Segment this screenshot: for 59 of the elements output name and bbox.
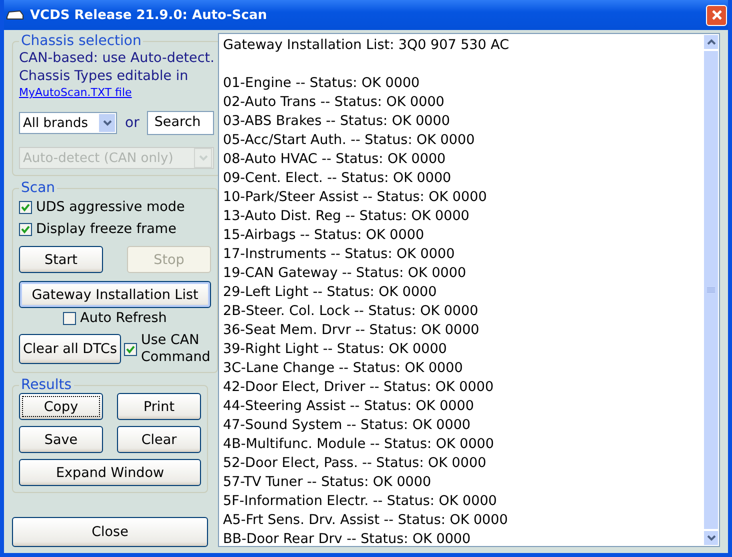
result-button[interactable]: Copy xyxy=(19,393,103,420)
output-line: 57-TV Tuner -- Status: OK 0000 xyxy=(223,473,432,492)
info-text: Chassis Types editable in xyxy=(19,67,190,85)
result-button[interactable]: Clear xyxy=(117,426,201,453)
output-line: 15-Airbags -- Status: OK 0000 xyxy=(223,226,426,245)
close-icon[interactable] xyxy=(706,4,727,26)
check-icon xyxy=(21,224,30,234)
output-line: 52-Door Elect, Pass. -- Status: OK 0000 xyxy=(223,454,488,473)
search-field[interactable]: Search xyxy=(147,111,214,135)
output-line: 5F-Information Electr. -- Status: OK 0000 xyxy=(223,492,498,511)
output-line: 39-Right Light -- Status: OK 0000 xyxy=(223,340,448,359)
output-line: 10-Park/Steer Assist -- Status: OK 0000 xyxy=(223,188,488,207)
output-line: 09-Cent. Elect. -- Status: OK 0000 xyxy=(223,169,452,188)
group-title: Results xyxy=(20,377,73,393)
output-line: 01-Engine -- Status: OK 0000 xyxy=(223,74,421,93)
result-button[interactable]: Save xyxy=(19,426,103,453)
car-icon xyxy=(6,9,24,21)
checkbox[interactable]: Auto Refresh xyxy=(19,308,211,328)
gateway-list-button[interactable]: Gateway Installation List xyxy=(19,281,211,308)
checkbox[interactable]: Display freeze frame xyxy=(19,218,211,240)
info-text: CAN-based: use Auto-detect. xyxy=(19,49,214,67)
output-line: 03-ABS Brakes -- Status: OK 0000 xyxy=(223,112,451,131)
group-title: Chassis selection xyxy=(20,33,142,49)
clear-dtcs-button[interactable]: Clear all DTCs xyxy=(19,334,121,364)
output-line: 08-Auto HVAC -- Status: OK 0000 xyxy=(223,150,447,169)
output-line: 3C-Lane Change -- Status: OK 0000 xyxy=(223,359,464,378)
or-label: or xyxy=(125,115,140,131)
output-line: 4B-Multifunc. Module -- Status: OK 0000 xyxy=(223,435,495,454)
start-button[interactable]: Start xyxy=(19,246,103,273)
window-title: VCDS Release 21.9.0: Auto-Scan xyxy=(30,8,268,22)
output-line: 36-Seat Mem. Drvr -- Status: OK 0000 xyxy=(223,321,480,340)
brand-dropdown[interactable]: All brands xyxy=(19,112,117,134)
scrollbar[interactable] xyxy=(703,34,719,546)
output-line: 17-Instruments -- Status: OK 0000 xyxy=(223,245,456,264)
chevron-down-icon[interactable] xyxy=(102,120,112,126)
output-line: Gateway Installation List: 3Q0 907 530 AC xyxy=(223,36,510,55)
file-link[interactable]: MyAutoScan.TXT file xyxy=(19,86,132,99)
grip-icon[interactable] xyxy=(707,287,715,293)
output-line: 29-Left Light -- Status: OK 0000 xyxy=(223,283,438,302)
close-button[interactable]: Close xyxy=(12,517,208,547)
output-line: 2B-Steer. Col. Lock -- Status: OK 0000 xyxy=(223,302,480,321)
chevron-down-icon[interactable] xyxy=(706,535,716,541)
checkbox[interactable]: UDS aggressive mode xyxy=(19,196,211,218)
check-icon xyxy=(126,344,135,354)
output-line: 05-Acc/Start Auth. -- Status: OK 0000 xyxy=(223,131,476,150)
output-line: BB-Door Rear Drv -- Status: OK 0000 xyxy=(223,530,472,546)
output-line: 13-Auto Dist. Reg -- Status: OK 0000 xyxy=(223,207,470,226)
output-line: 47-Sound System -- Status: OK 0000 xyxy=(223,416,472,435)
output-line: 42-Door Elect, Driver -- Status: OK 0000 xyxy=(223,378,495,397)
output-line: 44-Steering Assist -- Status: OK 0000 xyxy=(223,397,475,416)
output-line: 19-CAN Gateway -- Status: OK 0000 xyxy=(223,264,468,283)
output-line: A5-Frt Sens. Drv. Assist -- Status: OK 0000 xyxy=(223,511,509,530)
group-title: Scan xyxy=(20,180,56,196)
output-line: 02-Auto Trans -- Status: OK 0000 xyxy=(223,93,446,112)
checkbox[interactable]: Use CAN Command xyxy=(124,332,211,366)
result-button[interactable]: Print xyxy=(117,393,201,420)
chevron-up-icon[interactable] xyxy=(706,39,716,45)
expand-button[interactable]: Expand Window xyxy=(19,459,201,486)
check-icon xyxy=(21,202,30,212)
